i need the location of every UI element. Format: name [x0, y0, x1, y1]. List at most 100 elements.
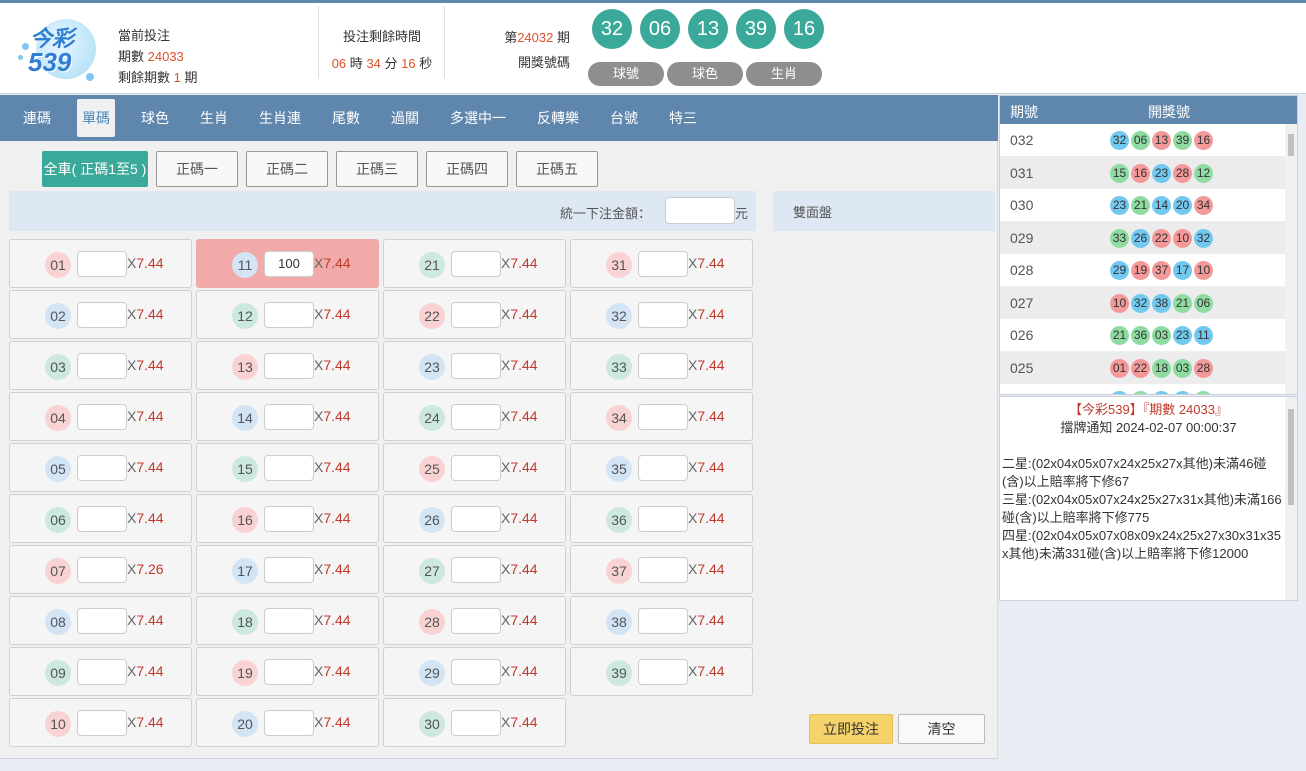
bet-amount-input[interactable]: [451, 455, 501, 481]
bet-amount-input[interactable]: [77, 302, 127, 328]
bet-amount-input[interactable]: [638, 608, 688, 634]
bet-cell[interactable]: 29 X7.44: [383, 647, 566, 696]
bet-cell[interactable]: 21 X7.44: [383, 239, 566, 288]
nav-tab[interactable]: 單碼: [77, 99, 115, 137]
bet-cell[interactable]: 06 X7.44: [9, 494, 192, 543]
bet-cell[interactable]: 32 X7.44: [570, 290, 753, 339]
bet-amount-input[interactable]: [451, 557, 501, 583]
bet-amount-input[interactable]: [451, 608, 501, 634]
bet-cell[interactable]: 22 X7.44: [383, 290, 566, 339]
nav-tab[interactable]: 生肖連: [254, 99, 306, 137]
bet-cell[interactable]: 19 X7.44: [196, 647, 379, 696]
bet-amount-input[interactable]: [451, 404, 501, 430]
bet-cell[interactable]: 34 X7.44: [570, 392, 753, 441]
bet-cell[interactable]: 37 X7.44: [570, 545, 753, 594]
nav-tab[interactable]: 尾數: [327, 99, 365, 137]
bet-amount-input[interactable]: [638, 506, 688, 532]
notice-scrollbar[interactable]: [1285, 397, 1297, 600]
bet-amount-input[interactable]: [77, 608, 127, 634]
bet-cell[interactable]: 35 X7.44: [570, 443, 753, 492]
bet-amount-input[interactable]: [77, 455, 127, 481]
bet-cell[interactable]: 04 X7.44: [9, 392, 192, 441]
bet-cell[interactable]: 11 100 X7.44: [196, 239, 379, 288]
bet-amount-input[interactable]: [638, 455, 688, 481]
bet-amount-input[interactable]: [451, 506, 501, 532]
bet-amount-input[interactable]: [638, 557, 688, 583]
bet-cell[interactable]: 08 X7.44: [9, 596, 192, 645]
bet-amount-input[interactable]: [77, 404, 127, 430]
bet-cell[interactable]: 05 X7.44: [9, 443, 192, 492]
bet-amount-input[interactable]: [264, 659, 314, 685]
position-tab[interactable]: 正碼二: [246, 151, 328, 187]
bet-cell[interactable]: 12 X7.44: [196, 290, 379, 339]
bet-amount-input[interactable]: [77, 710, 127, 736]
nav-tab[interactable]: 反轉樂: [532, 99, 584, 137]
bet-cell[interactable]: 39 X7.44: [570, 647, 753, 696]
bet-cell[interactable]: 13 X7.44: [196, 341, 379, 390]
bet-cell[interactable]: 07 X7.26: [9, 545, 192, 594]
scroll-thumb[interactable]: [1288, 134, 1294, 156]
bet-cell[interactable]: 10 X7.44: [9, 698, 192, 747]
bet-cell[interactable]: 33 X7.44: [570, 341, 753, 390]
bet-cell[interactable]: 02 X7.44: [9, 290, 192, 339]
bet-amount-input[interactable]: [264, 710, 314, 736]
bet-cell[interactable]: 15 X7.44: [196, 443, 379, 492]
nav-tab[interactable]: 過關: [386, 99, 424, 137]
bet-cell[interactable]: 25 X7.44: [383, 443, 566, 492]
bet-cell[interactable]: 28 X7.44: [383, 596, 566, 645]
bet-cell[interactable]: 24 X7.44: [383, 392, 566, 441]
bet-cell[interactable]: 17 X7.44: [196, 545, 379, 594]
ball-view-tab[interactable]: 球色: [667, 62, 743, 86]
bet-amount-input[interactable]: [451, 302, 501, 328]
bet-amount-input[interactable]: [451, 659, 501, 685]
bet-cell[interactable]: 14 X7.44: [196, 392, 379, 441]
position-tab[interactable]: 正碼五: [516, 151, 598, 187]
bet-amount-input[interactable]: [77, 506, 127, 532]
position-tab[interactable]: 正碼四: [426, 151, 508, 187]
bet-amount-input[interactable]: [638, 302, 688, 328]
bet-amount-input[interactable]: 100: [264, 251, 314, 277]
bet-amount-input[interactable]: [451, 710, 501, 736]
bet-cell[interactable]: 38 X7.44: [570, 596, 753, 645]
nav-tab[interactable]: 生肖: [195, 99, 233, 137]
bet-cell[interactable]: 26 X7.44: [383, 494, 566, 543]
place-bet-button[interactable]: 立即投注: [809, 714, 893, 744]
ball-view-tab[interactable]: 球號: [588, 62, 664, 86]
bet-cell[interactable]: 31 X7.44: [570, 239, 753, 288]
nav-tab[interactable]: 球色: [136, 99, 174, 137]
bet-cell[interactable]: 01 X7.44: [9, 239, 192, 288]
scroll-thumb[interactable]: [1288, 409, 1294, 505]
ball-view-tab[interactable]: 生肖: [746, 62, 822, 86]
nav-tab[interactable]: 多選中一: [445, 99, 511, 137]
bet-amount-input[interactable]: [77, 557, 127, 583]
bet-amount-input[interactable]: [77, 659, 127, 685]
bet-amount-input[interactable]: [77, 353, 127, 379]
bet-cell[interactable]: 03 X7.44: [9, 341, 192, 390]
bet-amount-input[interactable]: [638, 659, 688, 685]
position-tab[interactable]: 全車( 正碼1至5 ): [42, 151, 148, 187]
bet-amount-input[interactable]: [638, 251, 688, 277]
bet-amount-input[interactable]: [77, 251, 127, 277]
nav-tab[interactable]: 特三: [664, 99, 702, 137]
bet-cell[interactable]: 18 X7.44: [196, 596, 379, 645]
bet-amount-input[interactable]: [264, 608, 314, 634]
bet-amount-input[interactable]: [264, 506, 314, 532]
bet-cell[interactable]: 09 X7.44: [9, 647, 192, 696]
bet-amount-input[interactable]: [264, 353, 314, 379]
bet-amount-input[interactable]: [264, 455, 314, 481]
bet-amount-input[interactable]: [264, 302, 314, 328]
bet-cell[interactable]: 16 X7.44: [196, 494, 379, 543]
bet-cell[interactable]: 36 X7.44: [570, 494, 753, 543]
position-tab[interactable]: 正碼一: [156, 151, 238, 187]
bet-cell[interactable]: 27 X7.44: [383, 545, 566, 594]
bet-amount-input[interactable]: [264, 557, 314, 583]
nav-tab[interactable]: 台號: [605, 99, 643, 137]
bet-amount-input[interactable]: [638, 353, 688, 379]
bet-amount-input[interactable]: [451, 353, 501, 379]
position-tab[interactable]: 正碼三: [336, 151, 418, 187]
history-scrollbar[interactable]: [1285, 124, 1297, 394]
bet-amount-input[interactable]: [638, 404, 688, 430]
bet-amount-input[interactable]: [264, 404, 314, 430]
dual-panel[interactable]: 雙面盤: [773, 191, 995, 231]
bet-cell[interactable]: 23 X7.44: [383, 341, 566, 390]
